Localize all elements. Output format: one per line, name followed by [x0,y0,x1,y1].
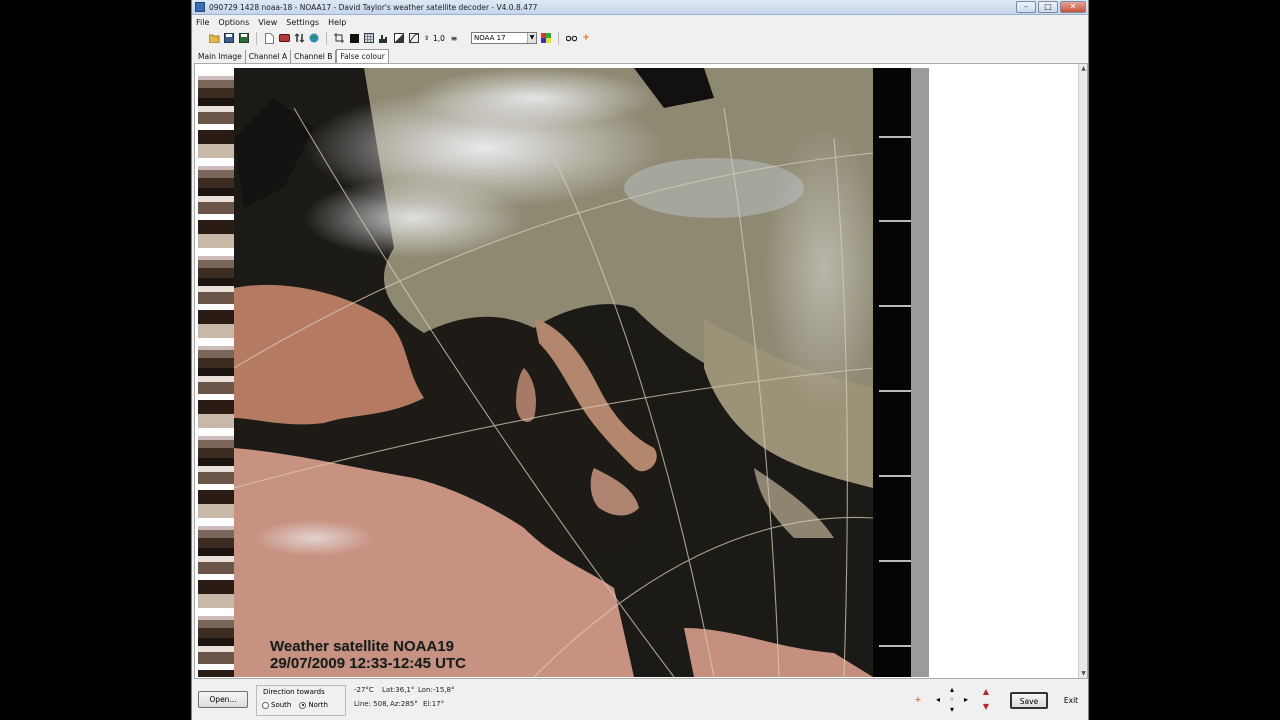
sync-icon[interactable] [293,32,305,44]
tab-main-image[interactable]: Main Image [195,50,246,63]
spacer-strip [911,68,929,677]
scroll-up-icon[interactable]: ▲ [1079,64,1088,73]
direction-group: Direction towards South North [256,685,346,716]
satellite-select-value: NOAA 17 [474,34,506,42]
maximize-button[interactable]: □ [1038,1,1058,13]
open-folder-icon[interactable] [208,32,220,44]
svg-text:+: + [334,167,344,181]
image-viewport[interactable]: + Weather satellite NOAA19 29/07/2009 12… [194,63,1088,679]
menu-options[interactable]: Options [218,18,249,27]
menu-bar: File Options View Settings Help [192,15,1088,29]
pan-left-icon[interactable]: ◂ [932,694,944,706]
save-as-icon[interactable] [238,32,250,44]
crosshair-icon[interactable]: + [580,32,592,44]
decoder-window: 090729 1428 noaa-18 - NOAA17 - David Tay… [191,0,1089,720]
minimize-button[interactable]: – [1016,1,1036,13]
zoom-in-icon[interactable]: ▲ [980,686,992,698]
toolbar-separator [256,31,257,45]
chevron-down-icon[interactable]: ▼ [527,33,536,43]
gamma-spinner-icon[interactable]: ⇕ [423,32,430,44]
scroll-down-icon[interactable]: ▼ [1079,669,1088,678]
glasses-icon[interactable] [565,32,577,44]
tab-channel-a[interactable]: Channel A [246,50,292,63]
latitude-readout: Lat:36,1° [382,686,415,694]
longitude-readout: Lon:-15,8° [418,686,455,694]
direction-label: Direction towards [263,688,325,696]
telemetry-tick [879,390,911,392]
false-colour-earth-image: + [234,68,873,677]
satellite-select[interactable]: NOAA 17 ▼ [471,32,537,44]
vertical-scrollbar[interactable]: ▲ ▼ [1078,64,1087,678]
telemetry-tick [879,560,911,562]
menu-settings[interactable]: Settings [286,18,319,27]
toolbar-separator [558,31,559,45]
view-tabs: Main Image Channel A Channel B False col… [195,47,389,63]
satellite-image[interactable]: + Weather satellite NOAA19 29/07/2009 12… [198,68,929,677]
close-button[interactable]: ✕ [1060,1,1086,13]
black-square-icon[interactable] [348,32,360,44]
bottom-panel: Open... Direction towards South North -2… [192,681,1088,720]
elevation-readout: El:17° [423,700,445,708]
menu-view[interactable]: View [258,18,277,27]
toolbar: ⇕ 1,0 ≡ NOAA 17 ▼ + [192,29,1088,47]
tab-false-colour[interactable]: False colour [336,49,389,63]
palette-icon[interactable] [540,32,552,44]
globe-icon[interactable] [308,32,320,44]
new-page-icon[interactable] [263,32,275,44]
title-bar[interactable]: 090729 1428 noaa-18 - NOAA17 - David Tay… [192,0,1088,15]
south-label: South [271,701,292,709]
telemetry-tick [879,645,911,647]
crop-icon[interactable] [333,32,345,44]
caption-datetime: 29/07/2009 12:33-12:45 UTC [270,655,466,672]
south-radio[interactable]: South [262,701,291,709]
radio-checked-icon [299,701,307,709]
gamma-value: 1,0 [433,33,445,43]
app-icon [195,2,205,12]
azimuth-readout: Az:285° [390,700,418,708]
save-icon[interactable] [223,32,235,44]
zoom-out-icon[interactable]: ▼ [980,701,992,713]
save-button[interactable]: Save [1010,692,1048,709]
tab-channel-b[interactable]: Channel B [291,50,337,63]
image-caption: Weather satellite NOAA19 29/07/2009 12:3… [270,638,466,672]
caption-satellite: Weather satellite NOAA19 [270,638,454,655]
telemetry-strip-right [873,68,911,677]
window-title: 090729 1428 noaa-18 - NOAA17 - David Tay… [209,2,538,12]
pan-down-icon[interactable]: ▾ [946,704,958,716]
telemetry-tick [879,305,911,307]
histogram-icon[interactable] [378,32,390,44]
telemetry-tick [879,136,911,138]
contrast-icon[interactable] [393,32,405,44]
grid-icon[interactable] [363,32,375,44]
telemetry-tick [879,475,911,477]
gamma-icon[interactable] [408,32,420,44]
equals-icon[interactable]: ≡ [448,32,460,44]
exit-button[interactable]: Exit [1054,692,1088,709]
north-label: North [308,701,328,709]
open-button[interactable]: Open... [198,691,248,708]
north-radio[interactable]: North [299,701,328,709]
toolbar-separator [326,31,327,45]
crosshair-icon[interactable]: + [912,694,924,706]
menu-file[interactable]: File [196,18,209,27]
telemetry-strip-left [198,68,234,677]
telemetry-tick [879,220,911,222]
menu-help[interactable]: Help [328,18,346,27]
pan-right-icon[interactable]: ▸ [960,694,972,706]
tape-icon[interactable] [278,32,290,44]
line-readout: Line: 508, [354,700,389,708]
radio-circle-icon [262,701,269,709]
temperature-readout: -27°C [354,686,374,694]
